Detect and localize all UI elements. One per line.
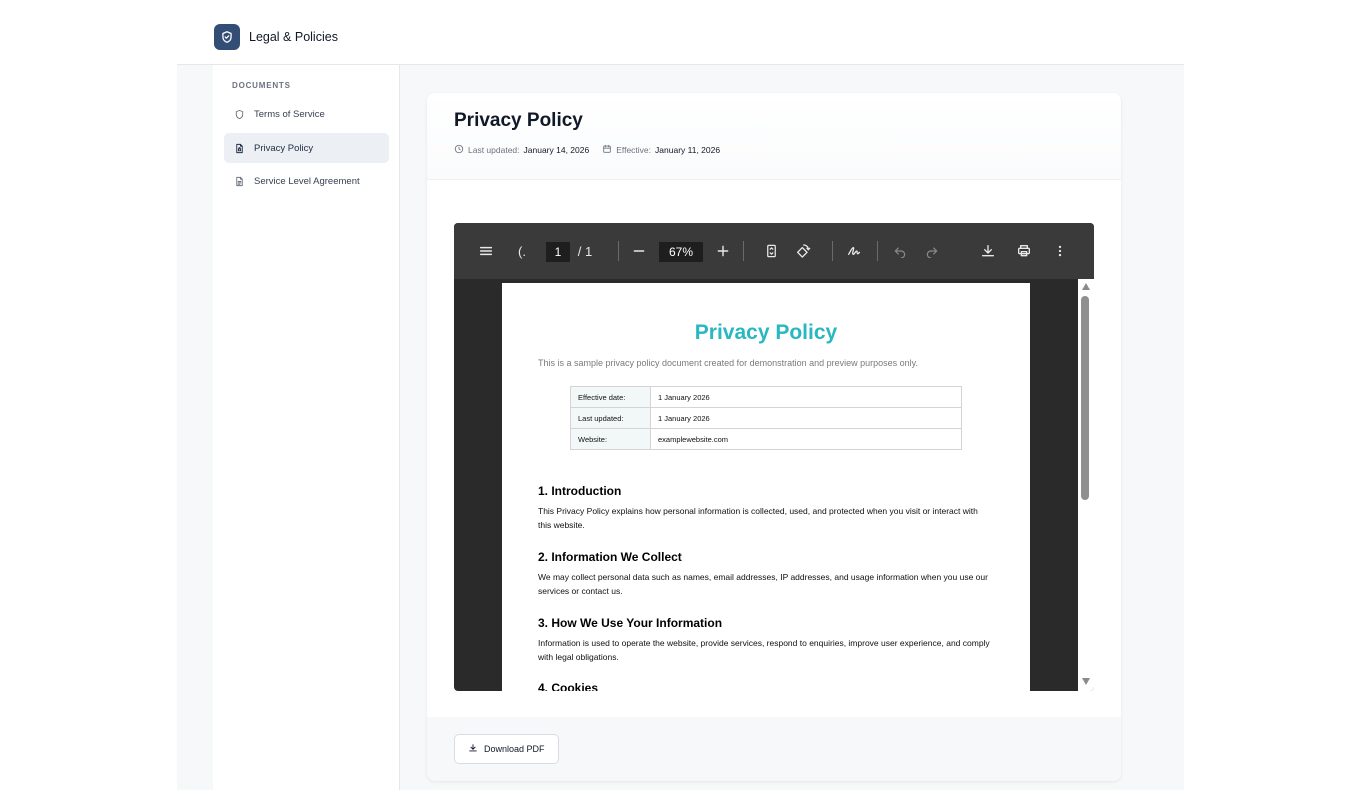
- download-icon: [468, 743, 478, 755]
- download-pdf-label: Download PDF: [484, 744, 545, 754]
- table-row: Website: examplewebsite.com: [570, 428, 962, 450]
- clock-icon: [454, 144, 464, 156]
- table-value: 1 January 2026: [650, 407, 962, 429]
- sidebar-item-service-level-agreement[interactable]: Service Level Agreement: [224, 166, 389, 196]
- zoom-level[interactable]: 67%: [659, 242, 703, 262]
- fit-page-icon[interactable]: [761, 240, 781, 262]
- app-title: Legal & Policies: [249, 30, 338, 44]
- pdf-title: Privacy Policy: [694, 321, 838, 344]
- sidebar-heading: DOCUMENTS: [232, 81, 291, 90]
- pdf-toolbar: (. 1 / 1 67%: [454, 223, 1094, 279]
- pdf-scrollbar[interactable]: [1078, 279, 1094, 691]
- file-text-icon: [233, 175, 245, 187]
- zoom-in-icon[interactable]: [713, 240, 733, 262]
- zoom-out-icon[interactable]: [629, 240, 649, 262]
- table-row: Effective date: 1 January 2026: [570, 386, 962, 408]
- sidebar-item-label: Terms of Service: [254, 108, 325, 120]
- page: Legal & Policies DOCUMENTS Terms of Serv…: [0, 0, 1358, 790]
- last-updated-value: January 14, 2026: [523, 145, 590, 155]
- sidebar-item-privacy-policy[interactable]: Privacy Policy: [224, 133, 389, 163]
- table-key: Effective date:: [570, 386, 651, 408]
- table-key: Last updated:: [570, 407, 651, 429]
- shield-icon: [233, 108, 245, 120]
- effective-value: January 11, 2026: [655, 145, 721, 155]
- top-header: Legal & Policies: [0, 0, 1358, 65]
- sidebar-item-label: Service Level Agreement: [254, 175, 360, 187]
- outline-toggle[interactable]: (.: [514, 240, 530, 262]
- pdf-subtitle: This is a sample privacy policy document…: [538, 358, 919, 368]
- pdf-section-heading: 2. Information We Collect: [538, 550, 682, 564]
- rotate-icon[interactable]: [793, 240, 813, 262]
- download-pdf-button[interactable]: Download PDF: [454, 734, 559, 764]
- pdf-info-table: Effective date: 1 January 2026 Last upda…: [570, 386, 962, 450]
- table-value: examplewebsite.com: [650, 428, 962, 450]
- pdf-section-text: This Privacy Policy explains how persona…: [538, 506, 978, 530]
- pdf-canvas[interactable]: Privacy Policy This is a sample privacy …: [454, 279, 1094, 691]
- calendar-icon: [602, 144, 612, 156]
- download-icon[interactable]: [978, 240, 998, 262]
- file-lock-icon: [233, 142, 245, 154]
- table-row: Last updated: 1 January 2026: [570, 407, 962, 429]
- draw-icon[interactable]: [844, 240, 864, 262]
- scroll-thumb[interactable]: [1081, 296, 1089, 500]
- table-value: 1 January 2026: [650, 386, 962, 408]
- pdf-section-heading: 3. How We Use Your Information: [538, 616, 723, 630]
- brand[interactable]: Legal & Policies: [214, 24, 338, 50]
- shield-check-icon: [214, 24, 240, 50]
- redo-icon[interactable]: [922, 240, 942, 262]
- menu-icon[interactable]: [476, 240, 496, 262]
- page-total: / 1: [577, 243, 593, 259]
- print-icon[interactable]: [1014, 240, 1034, 262]
- pdf-page: Privacy Policy This is a sample privacy …: [502, 283, 1030, 691]
- page-number-input[interactable]: 1: [546, 242, 570, 262]
- sidebar-item-label: Privacy Policy: [254, 142, 314, 154]
- document-meta: Last updated: January 14, 2026 Effective…: [454, 144, 720, 156]
- document-footer: Download PDF: [427, 717, 1121, 781]
- pdf-viewer[interactable]: (. 1 / 1 67% Privacy Policy This is a sa…: [454, 223, 1094, 691]
- more-options-icon[interactable]: [1050, 240, 1070, 262]
- pdf-section-text: We may collect personal data such as nam…: [538, 572, 988, 596]
- sidebar-item-terms-of-service[interactable]: Terms of Service: [224, 99, 389, 129]
- sidebar: DOCUMENTS Terms of Service Privacy Polic…: [213, 65, 400, 790]
- scroll-up-icon[interactable]: [1082, 283, 1090, 290]
- app-body: DOCUMENTS Terms of Service Privacy Polic…: [177, 64, 1184, 790]
- table-key: Website:: [570, 428, 651, 450]
- page-title: Privacy Policy: [454, 110, 583, 131]
- undo-icon[interactable]: [890, 240, 910, 262]
- document-card: Privacy Policy Last updated: January 14,…: [427, 93, 1121, 781]
- pdf-section-text: Information is used to operate the websi…: [538, 638, 990, 662]
- pdf-section-heading: 1. Introduction: [538, 484, 622, 498]
- document-header: Privacy Policy Last updated: January 14,…: [427, 93, 1121, 180]
- pdf-section-heading: 4. Cookies: [538, 681, 599, 691]
- last-updated-label: Last updated:: [468, 145, 520, 155]
- scroll-down-icon[interactable]: [1082, 678, 1090, 685]
- effective-label: Effective:: [616, 145, 652, 155]
